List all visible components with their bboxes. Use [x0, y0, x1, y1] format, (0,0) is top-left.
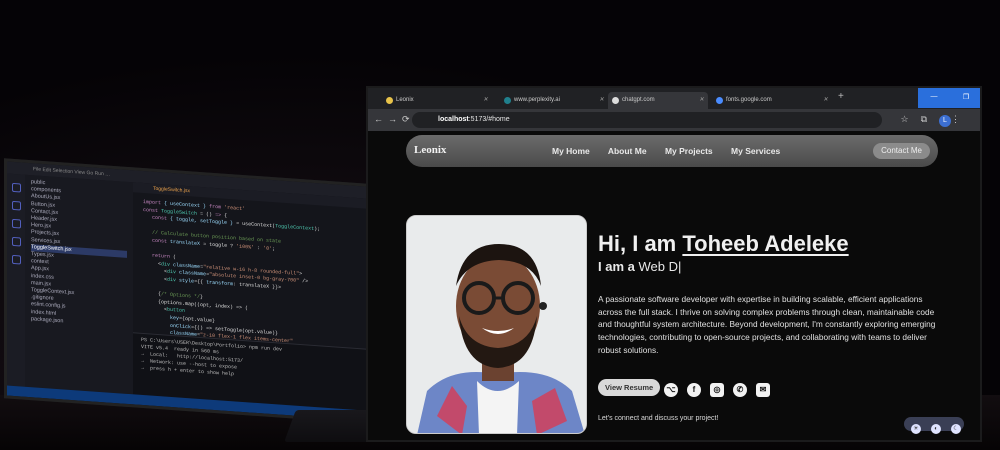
typing-text: Web D|: [638, 259, 682, 274]
url-path: :5173/#home: [468, 116, 510, 123]
email-icon[interactable]: ✉: [756, 383, 770, 397]
nav-my-projects[interactable]: My Projects: [665, 146, 713, 156]
whatsapp-icon[interactable]: ✆: [733, 383, 747, 397]
google-fonts-favicon-icon: [716, 97, 723, 104]
editor-tab[interactable]: ToggleSwitch.jsx: [153, 186, 190, 195]
hero-greeting: Hi, I am: [598, 231, 677, 256]
portrait-illustration: [407, 216, 586, 433]
github-icon[interactable]: ⌥: [664, 383, 678, 397]
facebook-icon[interactable]: f: [687, 383, 701, 397]
hero-subtitle: I am a Web D|: [598, 259, 681, 274]
chatgpt-favicon-icon: [612, 97, 619, 104]
run-icon[interactable]: [11, 236, 21, 247]
browser-tabbar: Leonix ✕ www.perplexity.ai ✕ chatgpt.com…: [368, 88, 980, 109]
hero-title: Hi, I am Toheeb Adeleke: [598, 231, 849, 257]
laptop: File Edit Selection View Go Run … public…: [0, 158, 415, 439]
new-tab-plus-icon[interactable]: +: [838, 91, 844, 102]
close-icon[interactable]: ✕: [823, 96, 828, 103]
connect-text: Let's connect and discuss your project!: [598, 415, 719, 422]
back-forward-icon[interactable]: ← → ⟳: [374, 114, 410, 125]
perplexity-favicon-icon: [504, 97, 511, 104]
social-links: ⌥ f ◎ ✆ ✉: [664, 379, 779, 397]
extensions-icon[interactable]: ⧉: [921, 114, 939, 124]
nav-links: My Home About Me My Projects My Services: [552, 146, 796, 156]
browser-tab[interactable]: Leonix ✕: [382, 92, 492, 109]
hero-sub-prefix: I am a: [598, 259, 635, 274]
browser-tab[interactable]: fonts.google.com ✕: [712, 92, 832, 109]
restore-icon: ❐: [962, 94, 970, 101]
site-navbar: Leonix My Home About Me My Projects My S…: [406, 135, 938, 167]
profile-avatar[interactable]: L: [939, 115, 951, 127]
hero-description: A passionate software developer with exp…: [598, 294, 936, 355]
contact-me-button[interactable]: Contact Me: [873, 143, 930, 159]
leonix-favicon-icon: [386, 97, 393, 104]
browser-tab-active[interactable]: chatgpt.com ✕: [608, 92, 708, 109]
site-logo[interactable]: Leonix: [414, 144, 446, 156]
minimize-button[interactable]: —: [918, 88, 950, 108]
explorer-icon[interactable]: [11, 182, 21, 193]
webpage: Leonix My Home About Me My Projects My S…: [368, 131, 980, 440]
url-field[interactable]: localhost:5173/#home: [412, 112, 882, 128]
search-icon[interactable]: [11, 200, 21, 211]
laptop-screen: File Edit Selection View Go Run … public…: [4, 158, 409, 427]
minimize-icon: —: [930, 93, 938, 100]
browser-tab[interactable]: www.perplexity.ai ✕: [500, 92, 608, 109]
close-icon[interactable]: ✕: [699, 96, 704, 103]
source-control-icon[interactable]: [11, 218, 21, 229]
profile-photo: [406, 215, 587, 434]
extensions-icon[interactable]: [11, 254, 21, 265]
bookmark-star-icon[interactable]: ☆: [900, 114, 920, 124]
vscode-activity-bar: [7, 173, 25, 387]
toolbar-icons: ☆⧉ L ⋮: [900, 114, 972, 127]
theme-toggle[interactable]: ☀ ◐ ☾: [904, 417, 964, 434]
photo-scene: File Edit Selection View Go Run … public…: [0, 0, 1000, 450]
nav-my-services[interactable]: My Services: [731, 146, 780, 156]
sun-icon[interactable]: ☀: [911, 424, 921, 434]
close-icon[interactable]: ✕: [483, 96, 488, 103]
moon-icon[interactable]: ☾: [951, 424, 961, 434]
view-resume-button[interactable]: View Resume: [598, 379, 661, 396]
system-icon[interactable]: ◐: [931, 424, 941, 434]
url-host: localhost: [438, 116, 469, 123]
address-bar: ← → ⟳ localhost:5173/#home ☆⧉ L ⋮: [368, 109, 980, 131]
restore-button[interactable]: ❐: [950, 88, 980, 108]
nav-about-me[interactable]: About Me: [608, 146, 647, 156]
menu-icon[interactable]: ⋮: [951, 114, 972, 124]
vscode-explorer: public components AboutUs.jsx Button.jsx Con…: [25, 174, 133, 395]
hero-name: Toheeb Adeleke: [682, 231, 849, 256]
instagram-icon[interactable]: ◎: [710, 383, 724, 397]
close-icon[interactable]: ✕: [599, 96, 604, 103]
nav-my-home[interactable]: My Home: [552, 146, 590, 156]
monitor: Leonix ✕ www.perplexity.ai ✕ chatgpt.com…: [366, 86, 982, 442]
